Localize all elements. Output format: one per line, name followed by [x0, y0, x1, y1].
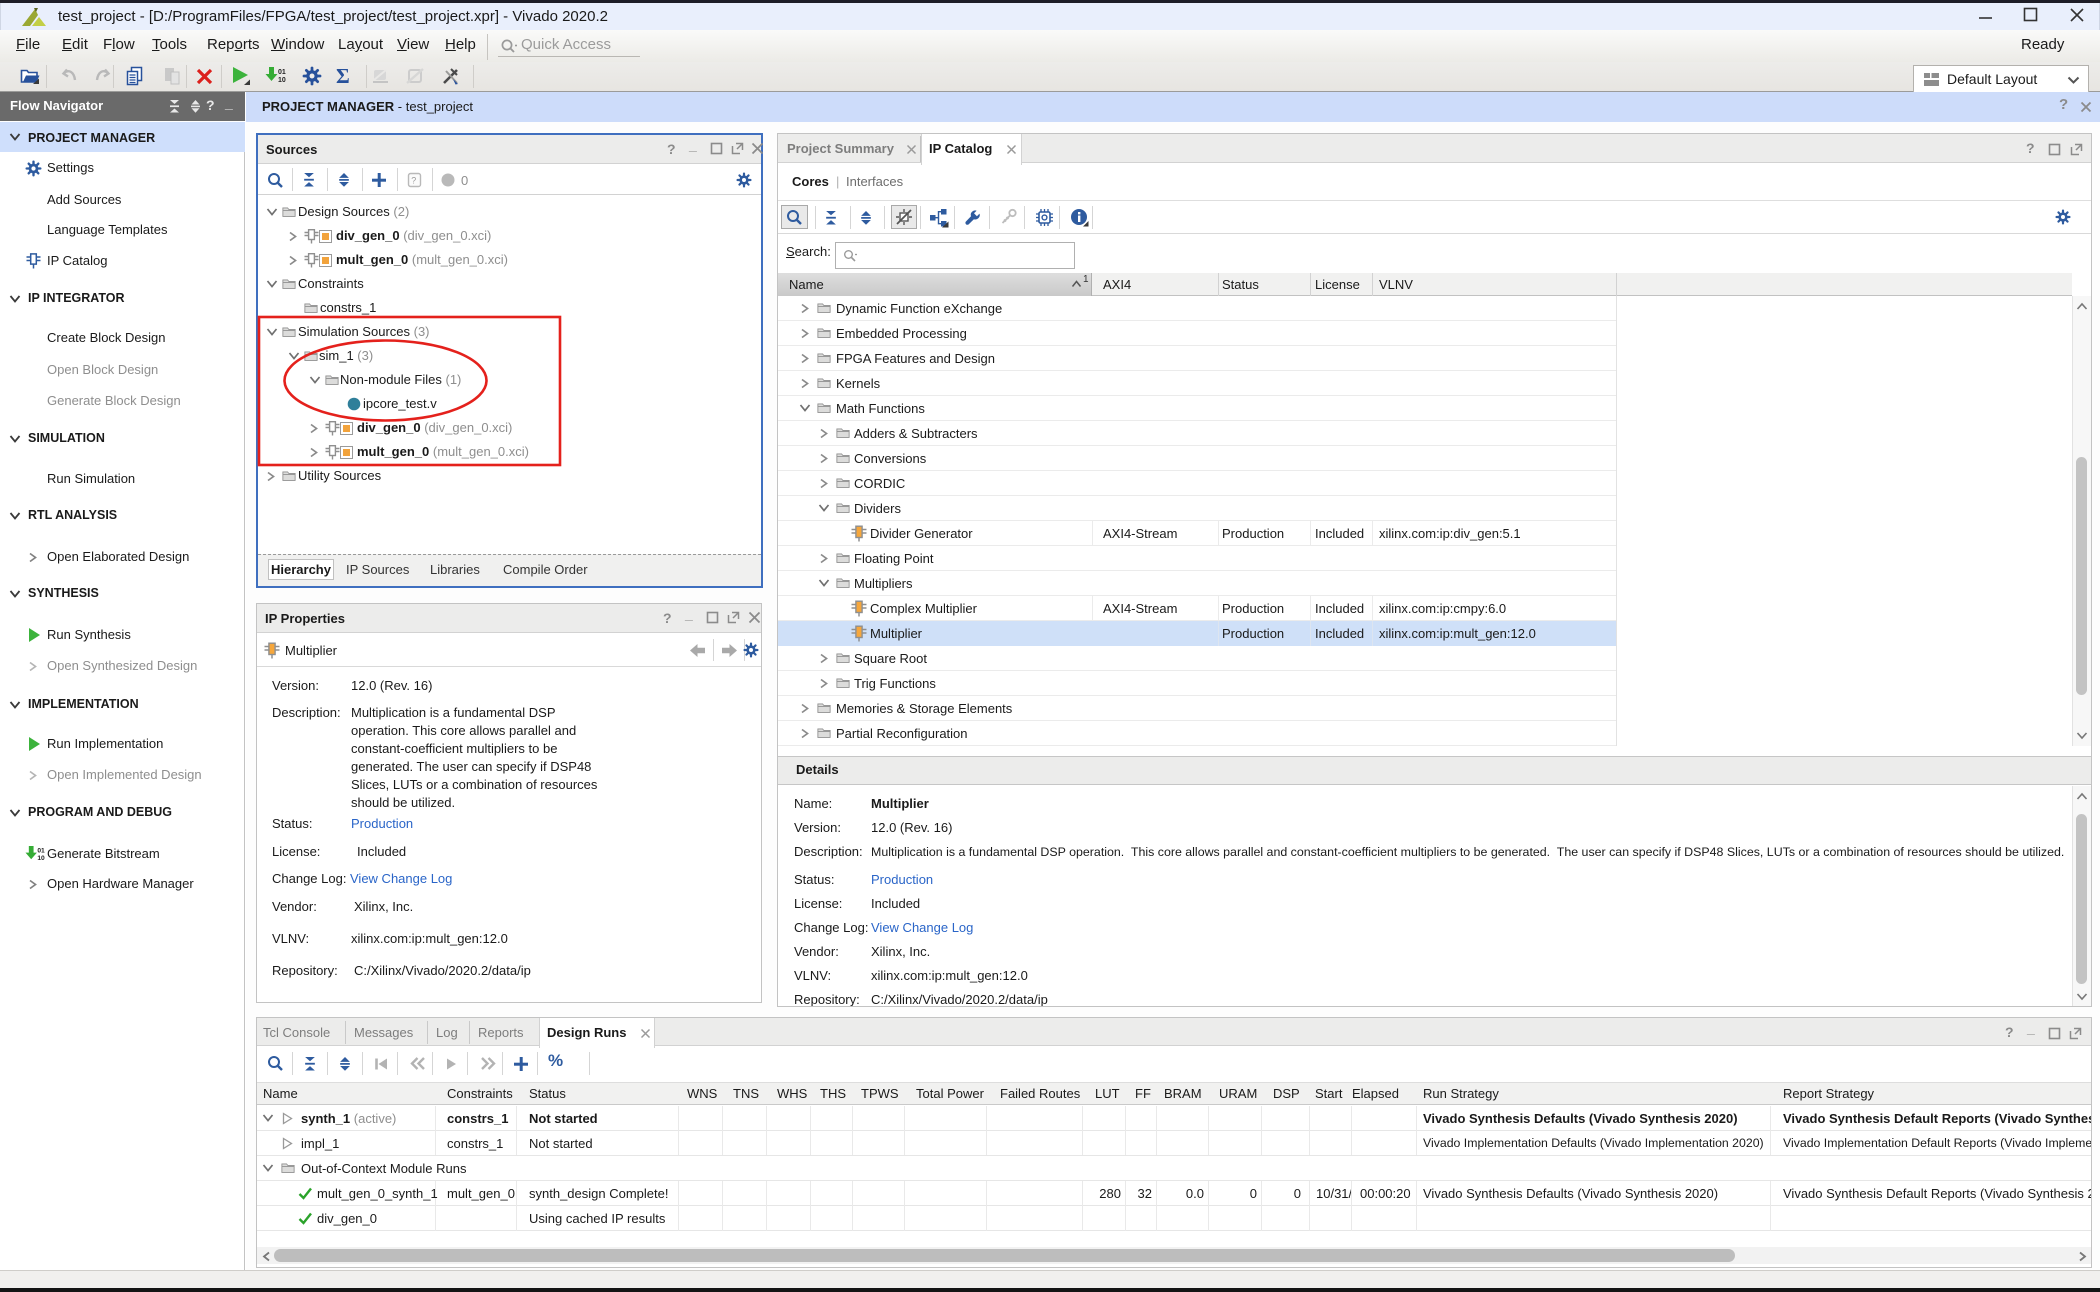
svg-text:10: 10 — [37, 855, 45, 862]
svg-text:01: 01 — [278, 69, 286, 76]
svg-text:?: ? — [411, 176, 416, 186]
svg-text:01: 01 — [37, 848, 45, 855]
svg-text:10: 10 — [278, 77, 286, 84]
